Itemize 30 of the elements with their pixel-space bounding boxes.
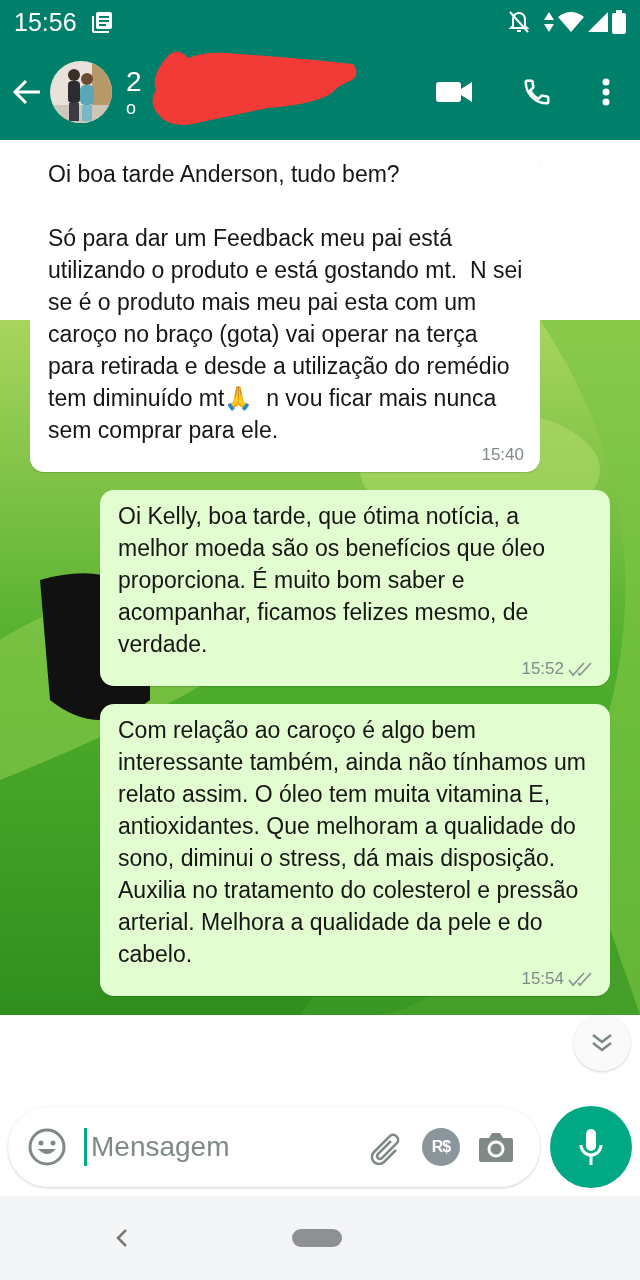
message-time: 15:52 [521, 658, 564, 680]
message-time: 15:40 [481, 444, 524, 466]
contact-name[interactable]: 2 [126, 65, 142, 98]
emoji-icon[interactable] [28, 1128, 66, 1166]
outgoing-message-bubble[interactable] [100, 704, 610, 996]
bell-off-icon [508, 10, 530, 34]
text-cursor [84, 1128, 87, 1166]
message-text: Oi Kelly, boa tarde, que ótima notícia, a melhor moeda são os benefícios que óleo proporciona. É muito bom saber e acompanhar, ficamos felizes mesmo, de verdade. [118, 502, 547, 659]
message-text: Oi boa tarde Anderson, tudo bem? Só para dar um Feedback meu pai está utilizando o produto e está gostando mt. N sei se é o produto mais meu pai esta com um caroço no braço (gota) vai operar na terça para retirada e desde a utilização do remédio tem diminuído mt🙏 n vou ficar mais nunca sem comprar para ele. [48, 160, 524, 445]
outgoing-message-bubble[interactable]: Oi Kelly, boa tarde, que ótima notícia, a melhor moeda são os benefícios que óleo proporciona. É muito bom saber e acompanhar, ficamos felizes mesmo, de verdade. 15:52 [100, 490, 610, 686]
clock-time: 15:56 [14, 7, 77, 37]
back-nav-icon[interactable] [116, 1228, 128, 1248]
payment-icon[interactable]: R$ [422, 1128, 460, 1166]
back-arrow-icon[interactable] [12, 79, 42, 105]
camera-icon[interactable] [478, 1131, 514, 1163]
notes-icon [90, 11, 113, 33]
signal-icon [588, 12, 608, 32]
video-camera-icon[interactable] [436, 80, 472, 104]
data-arrows-icon [544, 11, 554, 33]
message-time: 15:54 [521, 968, 564, 990]
microphone-icon [578, 1128, 604, 1166]
battery-icon [612, 10, 626, 34]
wifi-icon [558, 12, 584, 32]
message-text: Com relação ao caroço é algo bem interessante também, ainda não tínhamos um relato assim. O óleo tem muita vitamina E, antioxidantes. Que melhoram a qualidade do sono, diminui o stress, dá mais disposição. Auxilia no tratamento do colesterol e pressão arterial. Melhora a qualidade da pele e do cabelo. [118, 716, 587, 969]
home-pill[interactable] [292, 1229, 342, 1247]
phone-icon[interactable] [522, 77, 552, 107]
chevrons-down-icon [591, 1033, 613, 1053]
contact-status: o [126, 97, 136, 119]
message-input-field[interactable]: Mensagem R$ [8, 1107, 540, 1187]
menu-icon[interactable] [602, 78, 610, 106]
